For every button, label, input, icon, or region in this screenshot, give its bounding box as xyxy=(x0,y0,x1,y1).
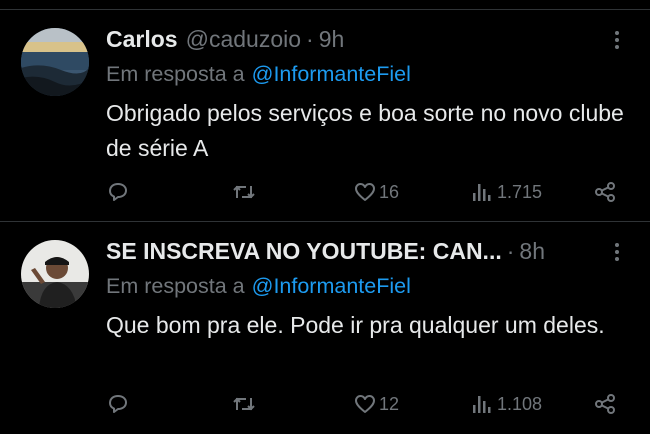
tweet-header: SE INSCREVA NO YOUTUBE: CAN... · 8h xyxy=(106,236,545,266)
reply-prefix: Em resposta a xyxy=(106,61,245,86)
views-button[interactable]: 1.715 xyxy=(472,177,542,207)
tweet-text: Obrigado pelos serviços e boa sorte no n… xyxy=(106,100,624,161)
separator-dot: · xyxy=(506,237,515,264)
reply-icon xyxy=(109,183,127,201)
like-icon xyxy=(355,395,375,413)
view-count: 1.108 xyxy=(497,393,543,414)
reply-context: Em resposta a @InformanteFiel xyxy=(106,271,411,301)
author-handle[interactable]: @caduzoio xyxy=(186,26,301,53)
view-count: 1.715 xyxy=(497,181,543,202)
separator-dot: · xyxy=(306,25,314,52)
action-bar: 16 1.715 xyxy=(106,177,626,207)
reply-mention-link[interactable]: @InformanteFiel xyxy=(252,62,411,87)
like-count: 12 xyxy=(379,393,400,414)
retweet-icon xyxy=(233,185,255,199)
reply-icon xyxy=(109,395,127,413)
share-icon xyxy=(595,182,615,202)
tweet-2[interactable]: SE INSCREVA NO YOUTUBE: CAN... · 8h Em r… xyxy=(0,222,650,434)
tweet-text: Que bom pra ele. Pode ir pra qualquer um… xyxy=(106,312,605,338)
author-name[interactable]: Carlos xyxy=(106,26,178,53)
tweet-1[interactable]: Carlos @caduzoio · 9h Em resposta a @Inf… xyxy=(0,10,650,222)
views-icon xyxy=(473,396,491,413)
like-button[interactable]: 16 xyxy=(353,177,399,207)
views-icon xyxy=(473,184,491,201)
share-icon xyxy=(595,394,615,414)
retweet-button[interactable] xyxy=(231,177,257,207)
tweet-header: Carlos @caduzoio · 9h xyxy=(106,24,344,54)
reply-mention-link[interactable]: @InformanteFiel xyxy=(252,274,411,299)
more-icon[interactable] xyxy=(606,240,628,266)
avatar[interactable] xyxy=(21,28,89,96)
author-name[interactable]: SE INSCREVA NO YOUTUBE: CAN... xyxy=(106,238,502,265)
reply-context: Em resposta a @InformanteFiel xyxy=(106,59,411,89)
avatar[interactable] xyxy=(21,240,89,308)
like-count: 16 xyxy=(379,181,400,202)
share-button[interactable] xyxy=(593,177,617,207)
more-icon[interactable] xyxy=(606,28,628,54)
retweet-icon xyxy=(233,397,255,411)
reply-button[interactable] xyxy=(106,177,130,207)
reply-prefix: Em resposta a xyxy=(106,273,245,298)
like-icon xyxy=(355,183,375,201)
timestamp[interactable]: 8h xyxy=(519,238,545,265)
timestamp[interactable]: 9h xyxy=(319,26,345,53)
